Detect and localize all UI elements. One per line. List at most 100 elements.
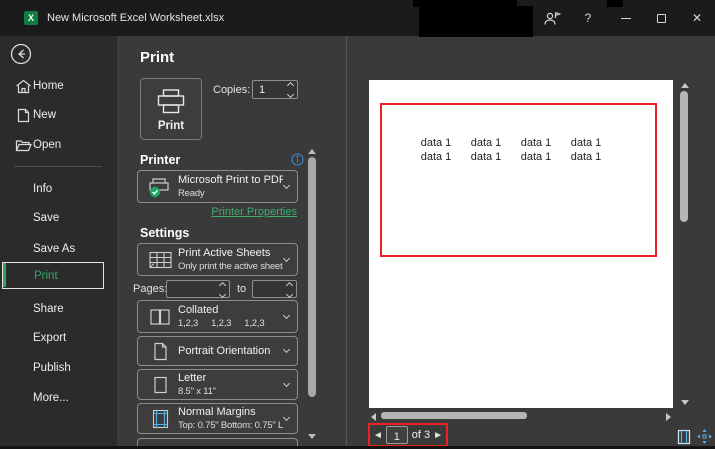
scroll-right-arrow-icon[interactable] (666, 413, 671, 421)
preview-vertical-scrollbar-thumb[interactable] (680, 91, 688, 222)
collation-group: 1,2,3 (178, 318, 198, 329)
page-number-box (386, 426, 408, 444)
margins-dropdown[interactable]: Normal Margins Top: 0.75" Bottom: 0.75" … (137, 403, 298, 434)
maximize-button[interactable] (648, 0, 674, 36)
close-button[interactable]: ✕ (684, 0, 710, 36)
preview-cell: data 1 (561, 136, 611, 150)
sidebar-item-label: Info (33, 183, 52, 195)
maximize-icon (657, 14, 666, 23)
pages-to-input[interactable] (259, 282, 283, 297)
copies-label: Copies: (213, 84, 250, 96)
sheets-icon (144, 244, 176, 275)
preview-data-table: data 1 data 1 data 1 data 1 data 1 data … (411, 136, 611, 164)
show-margins-icon (677, 429, 691, 445)
page-number-input[interactable] (387, 429, 407, 445)
chevron-down-icon (219, 291, 226, 298)
settings-scrollbar-thumb[interactable] (308, 157, 316, 397)
page-navigation: ◄ of 3 ► (368, 423, 448, 447)
backstage-sidebar: Home New Open Info Save S (0, 36, 117, 449)
sidebar-item-info[interactable]: Info (0, 179, 117, 199)
back-button[interactable] (10, 43, 32, 70)
sidebar-item-open[interactable]: Open (0, 135, 117, 155)
sidebar-item-label: New (33, 109, 56, 121)
sidebar-item-label: Open (33, 139, 61, 151)
copies-input[interactable] (259, 82, 283, 97)
margins-icon (144, 404, 176, 433)
pages-to-label: to (237, 283, 246, 295)
preview-cell: data 1 (511, 150, 561, 164)
pages-to-stepper[interactable] (252, 280, 297, 298)
chevron-up-icon (287, 82, 294, 89)
home-icon (14, 79, 32, 94)
print-what-dropdown[interactable]: Print Active Sheets Only print the activ… (137, 243, 298, 276)
scroll-left-arrow-icon[interactable] (371, 413, 376, 421)
sidebar-item-label: Export (33, 332, 66, 344)
printer-status: Ready (178, 188, 283, 199)
orientation-dropdown[interactable]: Portrait Orientation (137, 336, 298, 366)
minimize-icon (621, 18, 631, 19)
stepper-arrows[interactable] (288, 83, 293, 97)
collation-group: 1,2,3 (211, 318, 231, 329)
portrait-page-icon (144, 337, 176, 365)
minimize-button[interactable] (613, 0, 639, 36)
sidebar-item-more[interactable]: More... (0, 388, 117, 408)
info-icon[interactable] (291, 153, 304, 171)
print-button-label: Print (158, 120, 184, 132)
scroll-up-arrow-icon[interactable] (681, 83, 689, 88)
paper-size-title: Letter (178, 372, 283, 384)
settings-section-heading: Settings (140, 226, 189, 240)
pages-from-stepper[interactable] (166, 280, 230, 298)
pages-label: Pages: (133, 283, 167, 295)
chevron-down-icon (283, 311, 290, 318)
printer-properties-link[interactable]: Printer Properties (0, 206, 297, 218)
print-what-subtitle: Only print the active sheets (178, 261, 283, 272)
paper-size-icon (144, 370, 176, 399)
collation-dropdown[interactable]: Collated 1,2,3 1,2,3 1,2,3 (137, 300, 298, 333)
sidebar-item-print[interactable]: Print (2, 262, 104, 289)
selection-accent-bar (3, 263, 6, 287)
help-button[interactable]: ? (576, 0, 600, 36)
preview-cell: data 1 (411, 150, 461, 164)
preview-cell: data 1 (561, 150, 611, 164)
collation-group: 1,2,3 (244, 318, 264, 329)
previous-page-button[interactable]: ◄ (370, 430, 386, 441)
sidebar-item-new[interactable]: New (0, 105, 117, 125)
preview-horizontal-scrollbar-thumb[interactable] (381, 412, 527, 419)
pages-from-input[interactable] (173, 282, 197, 297)
orientation-title: Portrait Orientation (178, 345, 283, 357)
stepper-arrows[interactable] (287, 283, 292, 297)
zoom-to-page-icon (697, 429, 712, 444)
sidebar-divider (14, 166, 102, 167)
paper-size-dropdown[interactable]: Letter 8.5" x 11" (137, 369, 298, 400)
chevron-down-icon (283, 413, 290, 420)
chevron-down-icon (283, 346, 290, 353)
chevron-down-icon (287, 91, 294, 98)
back-arrow-icon (10, 43, 32, 65)
scroll-up-arrow-icon[interactable] (308, 149, 316, 154)
preview-cell: data 1 (461, 150, 511, 164)
printer-icon (156, 89, 186, 114)
scroll-down-arrow-icon[interactable] (308, 434, 316, 439)
redaction-box (419, 6, 533, 37)
copies-stepper[interactable] (252, 80, 298, 99)
printer-device-icon (144, 171, 176, 202)
printer-dropdown[interactable]: Microsoft Print to PDF Ready (137, 170, 298, 203)
next-page-button[interactable]: ► (430, 430, 446, 441)
sidebar-item-label: Publish (33, 362, 71, 374)
stepper-arrows[interactable] (220, 283, 225, 297)
open-folder-icon (14, 139, 32, 152)
margins-title: Normal Margins (178, 406, 283, 418)
share-people-button[interactable] (538, 0, 566, 36)
page-count-label: of 3 (412, 429, 430, 441)
print-button[interactable]: Print (140, 78, 202, 140)
sidebar-item-label: Save As (33, 243, 75, 255)
scroll-down-arrow-icon[interactable] (681, 400, 689, 405)
sidebar-item-home[interactable]: Home (0, 76, 117, 96)
sidebar-item-label: Print (34, 270, 58, 282)
people-icon (543, 11, 561, 26)
sidebar-item-save-as[interactable]: Save As (0, 239, 117, 259)
chevron-up-icon (219, 282, 226, 289)
sidebar-item-export[interactable]: Export (0, 328, 117, 348)
sidebar-item-publish[interactable]: Publish (0, 358, 117, 378)
sidebar-item-share[interactable]: Share (0, 299, 117, 319)
